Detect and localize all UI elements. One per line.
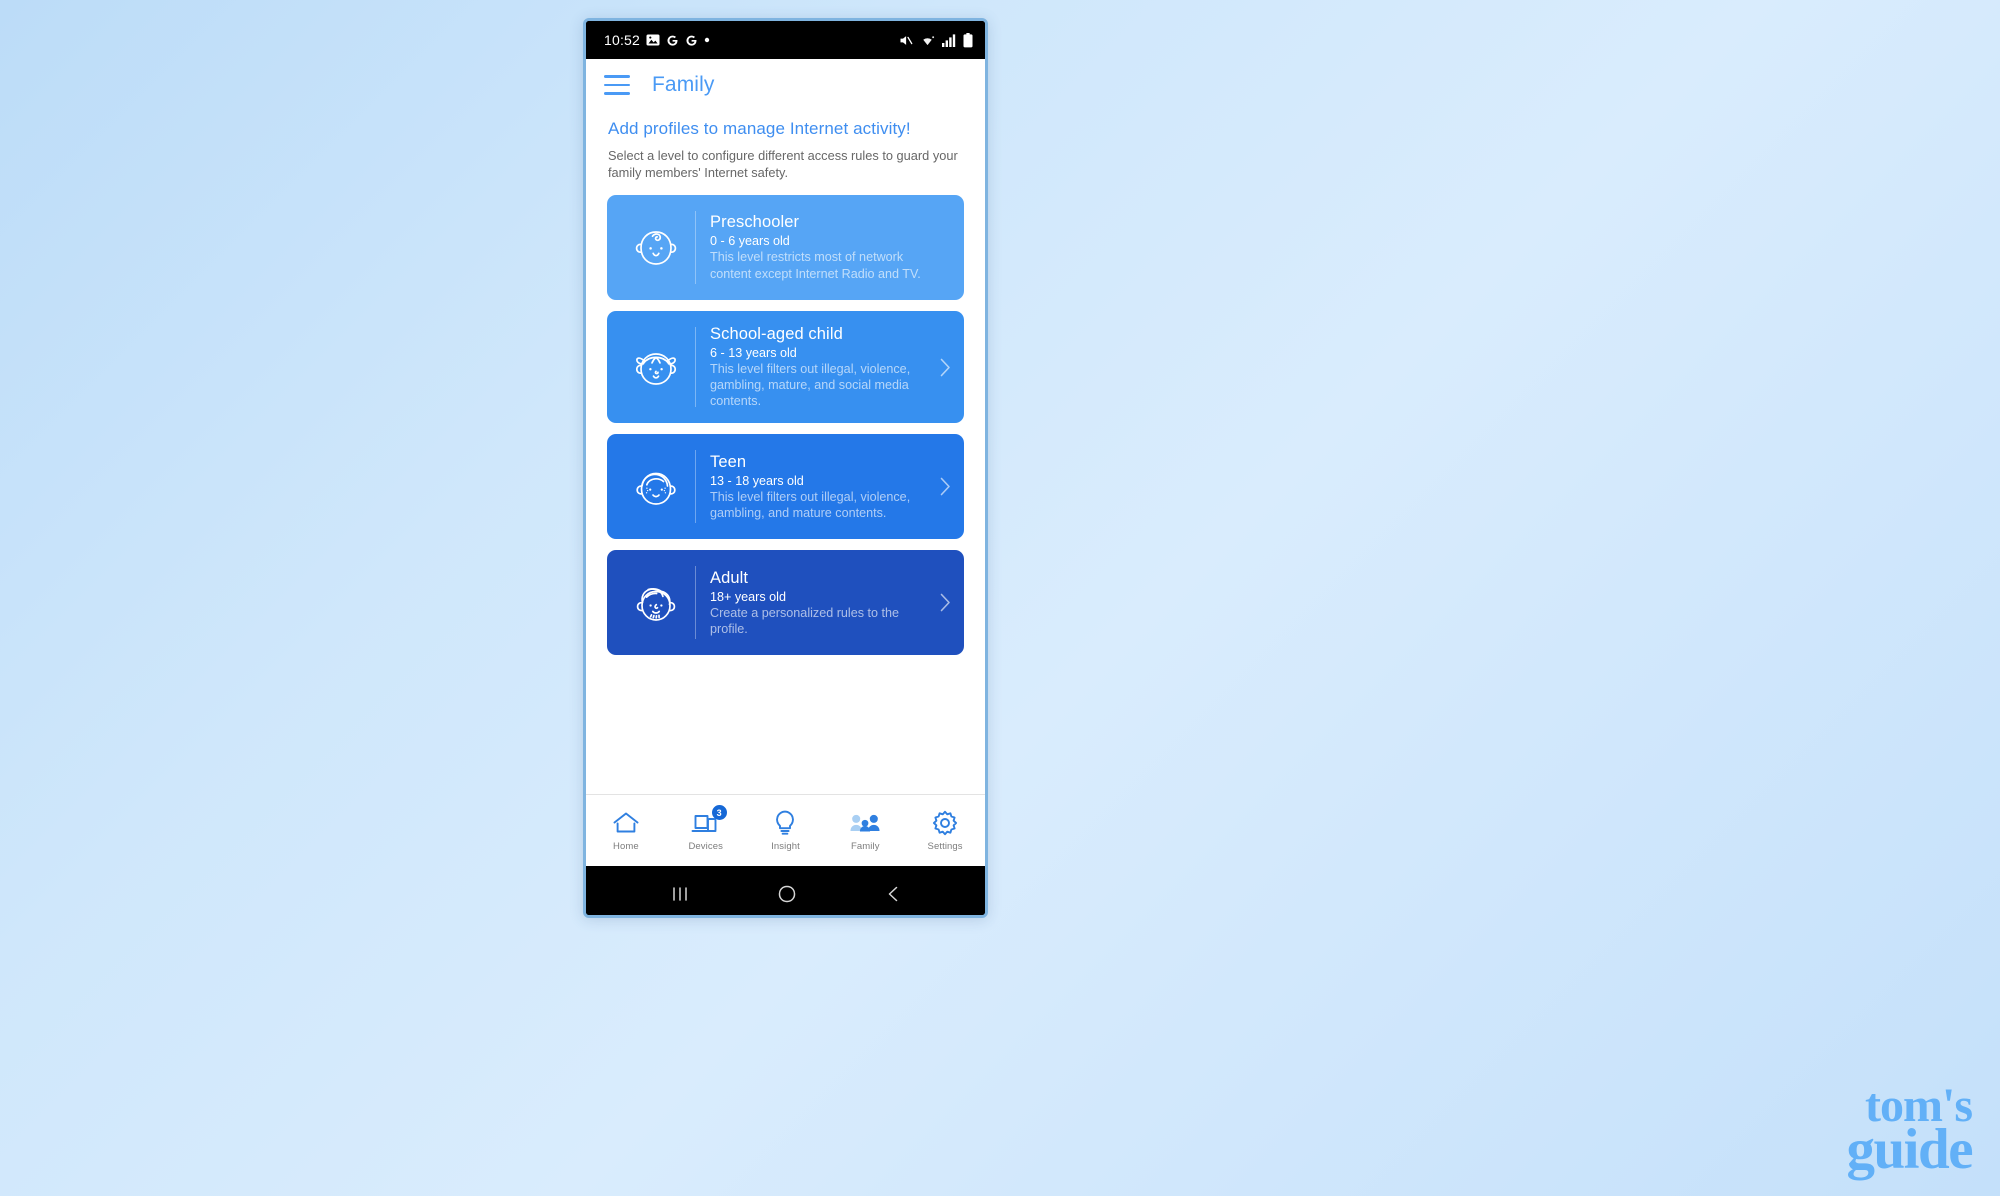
teen-face-icon (617, 458, 695, 516)
hamburger-menu-icon[interactable] (604, 75, 630, 95)
baby-face-icon (617, 220, 695, 276)
google-icon (685, 34, 698, 47)
profile-card-adult[interactable]: Adult 18+ years old Create a personalize… (607, 550, 964, 656)
menu-line (604, 75, 630, 78)
card-text-block: Preschooler 0 - 6 years old This level r… (710, 213, 932, 281)
profile-card-teen[interactable]: Teen 13 - 18 years old This level filter… (607, 434, 964, 540)
tab-devices[interactable]: 3 Devices (666, 795, 746, 866)
tab-label: Family (851, 841, 880, 852)
adult-face-icon (617, 574, 695, 632)
battery-icon (963, 32, 973, 48)
card-text-block: Adult 18+ years old Create a personalize… (710, 569, 932, 637)
card-divider (695, 566, 696, 640)
app-bar: Family (586, 59, 985, 111)
app-screen: Family Add profiles to manage Internet a… (586, 59, 985, 866)
chevron-right-icon[interactable] (932, 593, 958, 612)
lightbulb-icon (770, 809, 800, 836)
intro-block: Add profiles to manage Internet activity… (586, 111, 985, 181)
card-title: Preschooler (710, 213, 800, 232)
status-bar: 10:52 (586, 21, 985, 59)
home-icon (611, 809, 641, 836)
card-divider (695, 450, 696, 524)
card-description: Create a personalized rules to the profi… (710, 605, 900, 636)
card-text-block: School-aged child 6 - 13 years old This … (710, 325, 932, 409)
devices-icon: 3 (691, 805, 727, 836)
recents-icon[interactable] (669, 884, 691, 904)
tab-family[interactable]: Family (825, 795, 905, 866)
status-bar-right (898, 32, 973, 48)
card-title: School-aged child (710, 325, 843, 344)
chevron-right-icon[interactable] (932, 477, 958, 496)
child-face-icon (617, 338, 695, 396)
menu-line (604, 83, 630, 87)
card-description: This level restricts most of network con… (710, 250, 921, 281)
bottom-tab-bar: Home 3 Devices Insight Family Settings (586, 794, 985, 866)
intro-subtext: Select a level to configure different ac… (608, 148, 958, 181)
menu-line (604, 92, 630, 95)
card-divider (695, 327, 696, 408)
card-description: This level filters out illegal, violence… (710, 362, 911, 409)
tab-home[interactable]: Home (586, 795, 666, 866)
tab-label: Home (613, 841, 639, 852)
profile-card-school-aged-child[interactable]: School-aged child 6 - 13 years old This … (607, 311, 964, 424)
dot-icon (704, 37, 710, 43)
back-chevron-icon[interactable] (884, 884, 902, 904)
family-group-icon (850, 809, 880, 836)
status-bar-left: 10:52 (604, 32, 710, 48)
watermark-line-2: guide (1846, 1118, 1973, 1182)
toms-guide-watermark: tom's guide (1846, 1081, 1973, 1182)
card-title: Teen (710, 452, 747, 471)
card-description: This level filters out illegal, violence… (710, 489, 911, 520)
phone-screenshot-frame: 10:52 Family Add profiles to manage Inte… (583, 18, 988, 918)
card-age-range: 13 - 18 years old (710, 473, 804, 488)
google-icon (666, 34, 679, 47)
tab-label: Settings (927, 841, 963, 852)
card-age-range: 6 - 13 years old (710, 346, 797, 361)
card-text-block: Teen 13 - 18 years old This level filter… (710, 453, 932, 521)
page-title: Family (652, 73, 715, 96)
image-icon (646, 33, 660, 47)
intro-heading: Add profiles to manage Internet activity… (608, 119, 911, 138)
card-age-range: 18+ years old (710, 589, 786, 604)
status-bar-clock: 10:52 (604, 32, 641, 48)
profile-level-list: Preschooler 0 - 6 years old This level r… (586, 181, 985, 656)
home-circle-icon[interactable] (776, 883, 798, 905)
card-divider (695, 211, 696, 285)
profile-card-preschooler[interactable]: Preschooler 0 - 6 years old This level r… (607, 195, 964, 301)
mute-icon (898, 33, 913, 48)
wifi-icon (920, 33, 935, 47)
card-title: Adult (710, 568, 749, 587)
tab-settings[interactable]: Settings (905, 795, 985, 866)
cellular-signal-icon (942, 33, 956, 47)
tab-insight[interactable]: Insight (746, 795, 826, 866)
gear-icon (930, 809, 960, 836)
devices-badge-count: 3 (711, 805, 727, 820)
card-age-range: 0 - 6 years old (710, 234, 790, 249)
tab-label: Devices (688, 841, 723, 852)
android-navigation-bar (586, 866, 985, 915)
chevron-right-icon[interactable] (932, 358, 958, 377)
tab-label: Insight (771, 841, 800, 852)
